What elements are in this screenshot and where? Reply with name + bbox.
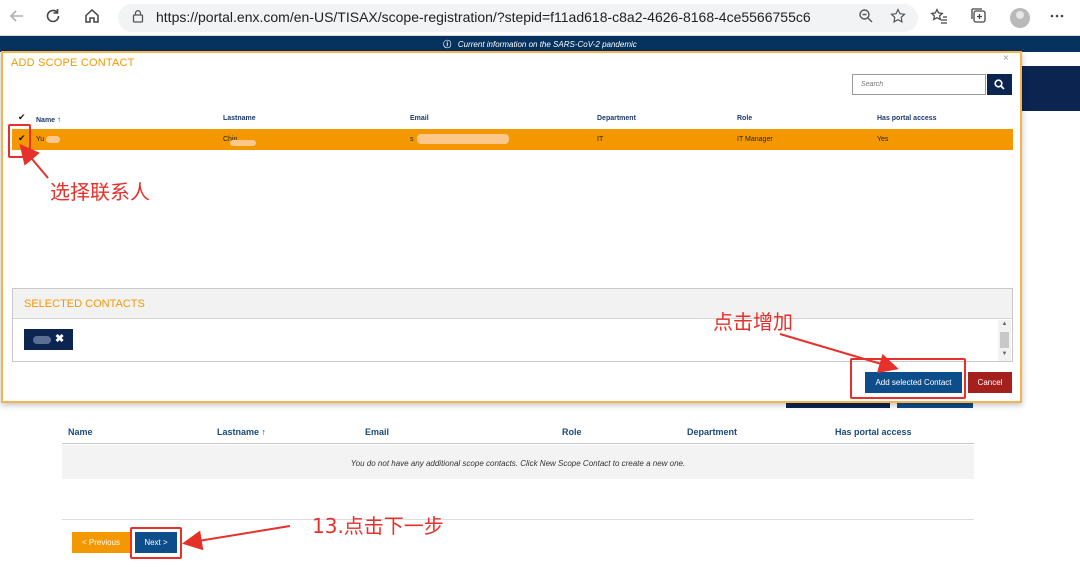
annotation-select-contact: 选择联系人 [50, 180, 150, 204]
annotation-click-add: 点击增加 [713, 310, 793, 334]
annotation-arrows [19, 143, 899, 551]
annotation-next-step: 13.点击下一步 [312, 514, 444, 538]
